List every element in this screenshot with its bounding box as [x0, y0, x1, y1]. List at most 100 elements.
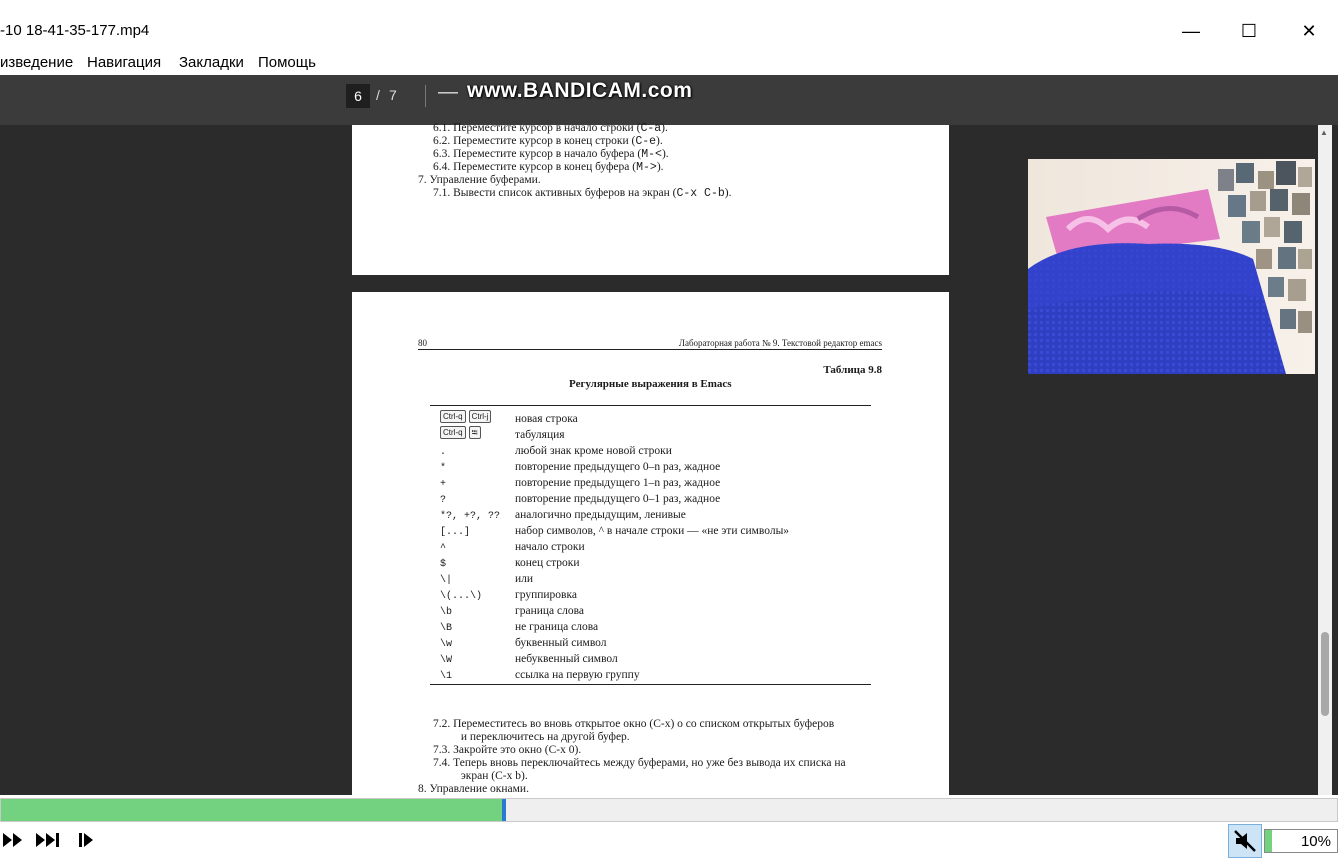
regex-expression: \W — [440, 653, 452, 666]
regex-token: \W — [440, 655, 453, 666]
mute-button[interactable] — [1228, 824, 1262, 858]
fast-forward-button[interactable] — [0, 829, 28, 851]
toolbar-divider — [425, 85, 426, 107]
key-binding: M-< — [641, 148, 662, 161]
keycap: ⭾ — [468, 426, 481, 439]
volume-slider[interactable]: 10% — [1264, 829, 1338, 853]
list-item: 7.3. Закройте это окно (C-x 0). — [433, 744, 581, 756]
list-punct: . — [728, 187, 732, 199]
zoom-out-icon[interactable]: — — [438, 81, 458, 104]
list-text: Переместите курсор в начало буфера — [453, 148, 635, 160]
regex-description: аналогично предыдущим, ленивые — [515, 509, 686, 521]
regex-token: \(...\) — [440, 591, 483, 602]
regex-expression: + — [440, 477, 446, 490]
seek-bar-fill — [1, 799, 502, 821]
regex-expression: . — [440, 445, 446, 458]
regex-expression: \| — [440, 573, 452, 586]
regex-token: \| — [440, 575, 453, 586]
header-rule — [418, 349, 882, 350]
list-number: 6.1. — [433, 122, 451, 134]
regex-token: ^ — [440, 543, 447, 554]
regex-token: *?, +?, ?? — [440, 511, 501, 522]
menu-help[interactable]: Помощь — [258, 54, 316, 71]
webcam-overlay — [1028, 159, 1315, 374]
menu-bookmarks[interactable]: Закладки — [179, 54, 244, 71]
window-title: -10 18-41-35-177.mp4 — [0, 22, 150, 39]
menu-bar: изведение Навигация Закладки Помощь — [0, 50, 1342, 76]
table-label: Таблица 9.8 — [823, 364, 882, 376]
regex-description: группировка — [515, 589, 577, 601]
regex-expression: Ctrl-q ⭾ — [440, 426, 484, 439]
menu-navigation[interactable]: Навигация — [87, 54, 161, 71]
table-title: Регулярные выражения в Emacs — [569, 378, 732, 390]
page-total: 7 — [389, 87, 397, 103]
list-item: экран (C-x b). — [433, 770, 528, 782]
seek-bar[interactable] — [0, 798, 1338, 822]
fast-forward-icon — [3, 833, 22, 847]
key-binding: C-a — [640, 122, 662, 135]
regex-expression: $ — [440, 557, 446, 570]
regex-expression: * — [440, 461, 446, 474]
regex-token: $ — [440, 559, 447, 570]
minimize-button[interactable]: — — [1168, 14, 1214, 48]
regex-description: повторение предыдущего 0–n раз, жадное — [515, 461, 721, 473]
list-punct: . — [665, 122, 668, 134]
speaker-muted-icon — [1234, 830, 1256, 852]
regex-expression: *?, +?, ?? — [440, 509, 500, 522]
close-button[interactable]: ✕ — [1286, 14, 1332, 48]
regex-expression: \(...\) — [440, 589, 482, 602]
list-item: 7.4. Теперь вновь переключайтесь между б… — [433, 757, 846, 769]
regex-description: начало строки — [515, 541, 585, 553]
list-text: Закройте это окно (C-x 0). — [453, 744, 582, 756]
frame-step-button[interactable] — [72, 829, 100, 851]
minimize-icon: — — [1182, 20, 1200, 41]
list-number: 6.3. — [433, 148, 451, 160]
list-number: 7.1. — [433, 187, 451, 199]
list-text: экран (C-x b). — [460, 770, 528, 782]
key-binding: C-x C-b — [676, 187, 725, 200]
list-number: 6.2. — [433, 135, 451, 147]
maximize-button[interactable]: ☐ — [1226, 14, 1272, 48]
list-text: Переместите курсор в начало строки — [453, 122, 634, 134]
list-item: 7.2. Переместитесь во вновь открытое окн… — [433, 718, 834, 730]
list-text: Переместите курсор в конец буфера — [453, 161, 630, 173]
regex-expression: \b — [440, 605, 452, 618]
scrollbar-thumb[interactable] — [1321, 632, 1329, 716]
list-number: 7. — [418, 174, 427, 186]
table-top-rule — [430, 405, 871, 406]
list-number: 8. — [418, 783, 427, 795]
regex-description: не граница слова — [515, 621, 599, 633]
menu-playback[interactable]: изведение — [0, 54, 73, 71]
regex-token: \w — [440, 639, 453, 650]
list-item: 6.3. Переместите курсор в начало буфера … — [433, 148, 669, 161]
table-bottom-rule — [430, 684, 871, 685]
list-item: 8. Управление окнами. — [418, 783, 529, 795]
bandicam-watermark: www.BANDICAM.com — [467, 79, 693, 102]
regex-description: новая строка — [515, 413, 578, 425]
scroll-up-icon[interactable]: ▲ — [1320, 128, 1328, 137]
player-controls: 10% — [0, 824, 1342, 864]
list-item: и переключитесь на другой буфер. — [433, 731, 630, 743]
regex-description: небуквенный символ — [515, 653, 618, 665]
list-number: 7.3. — [433, 744, 451, 756]
video-frame[interactable]: 6 / 7 — www.BANDICAM.com 6.1. Переместит… — [0, 75, 1338, 795]
page-number-input[interactable]: 6 — [346, 84, 370, 108]
seek-bar-handle[interactable] — [502, 799, 506, 821]
list-number: 7.2. — [433, 718, 451, 730]
regex-expression: Ctrl-q Ctrl-j — [440, 410, 494, 423]
regex-token: * — [440, 463, 447, 474]
list-text: Управление окнами. — [429, 783, 529, 795]
list-text: Вывести список активных буферов на экран — [453, 187, 670, 199]
regex-token: \B — [440, 623, 453, 634]
regex-description: буквенный символ — [515, 637, 607, 649]
list-text: Переместитесь во вновь открытое окно (C-… — [453, 718, 835, 730]
list-text: Управление буферами. — [429, 174, 541, 186]
list-text: Переместите курсор в конец строки — [453, 135, 629, 147]
next-button[interactable] — [34, 829, 62, 851]
regex-token: . — [440, 447, 447, 458]
regex-description: набор символов, ^ в начале строки — «не … — [515, 525, 790, 537]
regex-token: [...] — [440, 527, 471, 538]
regex-token: ? — [440, 495, 447, 506]
regex-expression: \1 — [440, 669, 452, 682]
regex-description: граница слова — [515, 605, 584, 617]
